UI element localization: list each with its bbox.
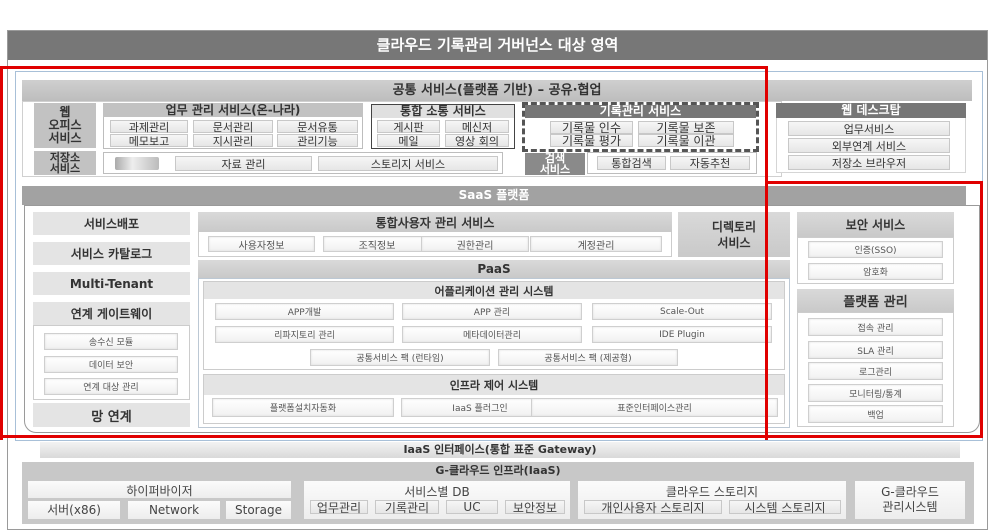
- web-office-label: 웹 오피스 서비스: [34, 103, 96, 148]
- db-work-mgmt: 업무관리: [310, 500, 368, 515]
- document-distribution-button[interactable]: 문서유통: [277, 120, 358, 134]
- work-mgmt-label: 업무 관리 서비스(온-나라): [103, 103, 363, 117]
- app-mgmt-label: 어플리케이션 관리 시스템: [204, 282, 784, 299]
- service-deploy: 서비스배포: [33, 212, 190, 235]
- personal-user-storage: 개인사용자 스토리지: [584, 500, 722, 515]
- directory-service: 디렉토리 서비스: [678, 212, 790, 257]
- db-security-info: 보안정보: [505, 500, 565, 515]
- app-mgmt-button[interactable]: APP 관리: [402, 303, 582, 320]
- integrated-search-button[interactable]: 통합검색: [597, 156, 666, 170]
- server-x86: 서버(x86): [28, 501, 120, 519]
- repository-mgmt-button[interactable]: 리파지토리 관리: [215, 326, 394, 343]
- permission-mgmt-button[interactable]: 권한관리: [421, 236, 529, 252]
- highlight-frame-inner-right: [765, 66, 768, 184]
- admin-function-button[interactable]: 관리기능: [277, 134, 358, 148]
- messenger-button[interactable]: 메신저: [445, 120, 509, 134]
- access-mgmt-button[interactable]: 접속 관리: [808, 318, 943, 336]
- monitoring-stats-button[interactable]: 모니터링/통계: [808, 384, 943, 402]
- web-desktop-label: 웹 데스크탑: [776, 103, 966, 118]
- external-link-service-button[interactable]: 외부연계 서비스: [788, 138, 950, 153]
- app-dev-button[interactable]: APP개발: [215, 303, 394, 320]
- network-item: Network: [128, 501, 220, 519]
- sso-auth-button[interactable]: 인증(SSO): [808, 241, 943, 258]
- transceiver-module-button[interactable]: 송수신 모듈: [44, 333, 178, 350]
- iaas-interface-bar: IaaS 인터페이스(통합 표준 Gateway): [40, 442, 960, 458]
- storage-browser-button[interactable]: 저장소 브라우저: [788, 155, 950, 170]
- auto-recommend-button[interactable]: 자동추천: [670, 156, 750, 170]
- cloud-storage-label: 클라우드 스토리지: [665, 485, 759, 499]
- memo-report-button[interactable]: 메모보고: [110, 134, 188, 148]
- gcloud-mgmt-system: G-클라우드 관리시스템: [855, 481, 965, 519]
- highlight-frame-right: [980, 181, 983, 438]
- gcloud-infra-title: G-클라우드 인프라(IaaS): [435, 464, 561, 477]
- saas-header: SaaS 플랫폼: [22, 186, 966, 205]
- encryption-button[interactable]: 암호화: [808, 263, 943, 280]
- sla-mgmt-button[interactable]: SLA 관리: [808, 341, 943, 359]
- records-appraisal-button[interactable]: 기록물 평가: [550, 134, 633, 148]
- common-pack-runtime-button[interactable]: 공통서비스 팩 (런타임): [310, 349, 490, 366]
- task-mgmt-button[interactable]: 과제관리: [110, 120, 188, 134]
- infra-ctrl-label: 인프라 제어 시스템: [204, 375, 784, 395]
- mail-button[interactable]: 메일: [377, 134, 440, 148]
- records-mgmt-label: 기록관리 서비스: [525, 105, 756, 118]
- communication-label: 통합 소통 서비스: [372, 105, 514, 118]
- document-mgmt-button[interactable]: 문서관리: [193, 120, 273, 134]
- link-target-mgmt-button[interactable]: 연계 대상 관리: [44, 378, 178, 395]
- platform-install-auto-button[interactable]: 플랫폼설치자동화: [212, 398, 394, 417]
- network-link: 망 연계: [33, 403, 190, 427]
- search-service-label: 검색 서비스: [525, 153, 585, 175]
- service-db-label: 서비스별 DB: [404, 485, 470, 499]
- hypervisor-label: 하이퍼바이저: [126, 484, 193, 498]
- log-mgmt-button[interactable]: 로그관리: [808, 362, 943, 380]
- service-catalog: 서비스 카탈로그: [33, 242, 190, 265]
- data-security-button[interactable]: 데이터 보안: [44, 356, 178, 373]
- org-info-button[interactable]: 조직정보: [323, 236, 431, 252]
- records-transfer-button[interactable]: 기록물 이관: [638, 134, 734, 148]
- storage-service-label: 저장소 서비스: [34, 151, 96, 175]
- db-records-mgmt: 기록관리: [375, 500, 439, 515]
- common-pack-provided-button[interactable]: 공통서비스 팩 (제공형): [498, 349, 678, 366]
- instruction-mgmt-button[interactable]: 지시관리: [193, 134, 273, 148]
- system-storage: 시스템 스토리지: [729, 500, 841, 515]
- backup-button[interactable]: 백업: [808, 405, 943, 423]
- paas-label: PaaS: [198, 260, 790, 278]
- database-icon: [115, 157, 159, 170]
- diagram-title: 클라우드 기록관리 거버넌스 대상 영역: [8, 31, 987, 60]
- user-info-button[interactable]: 사용자정보: [208, 236, 315, 252]
- standard-interface-mgmt-button[interactable]: 표준인터페이스관리: [531, 398, 778, 417]
- account-mgmt-button[interactable]: 계정관리: [530, 236, 662, 252]
- security-service-label: 보안 서비스: [797, 212, 954, 237]
- db-uc: UC: [446, 500, 498, 514]
- gateway-label: 연계 게이트웨이: [33, 302, 190, 325]
- bulletin-board-button[interactable]: 게시판: [377, 120, 440, 134]
- common-services-header: 공통 서비스(플랫폼 기반) – 공유·협업: [22, 80, 972, 101]
- user-mgmt-label: 통합사용자 관리 서비스: [198, 212, 672, 232]
- storage-service-button[interactable]: 스토리지 서비스: [318, 156, 498, 171]
- multi-tenant: Multi-Tenant: [33, 272, 190, 295]
- scale-out-button[interactable]: Scale-Out: [592, 303, 772, 320]
- ide-plugin-button[interactable]: IDE Plugin: [592, 326, 772, 343]
- storage-item: Storage: [226, 501, 291, 519]
- work-service-button[interactable]: 업무서비스: [788, 121, 950, 136]
- video-conference-button[interactable]: 영상 회의: [445, 134, 509, 148]
- highlight-frame-bottom: [0, 435, 983, 438]
- highlight-frame-step: [766, 181, 983, 184]
- platform-mgmt-label: 플랫폼 관리: [797, 289, 954, 312]
- data-management-button[interactable]: 자료 관리: [175, 156, 312, 171]
- metadata-mgmt-button[interactable]: 메타데이터관리: [402, 326, 582, 343]
